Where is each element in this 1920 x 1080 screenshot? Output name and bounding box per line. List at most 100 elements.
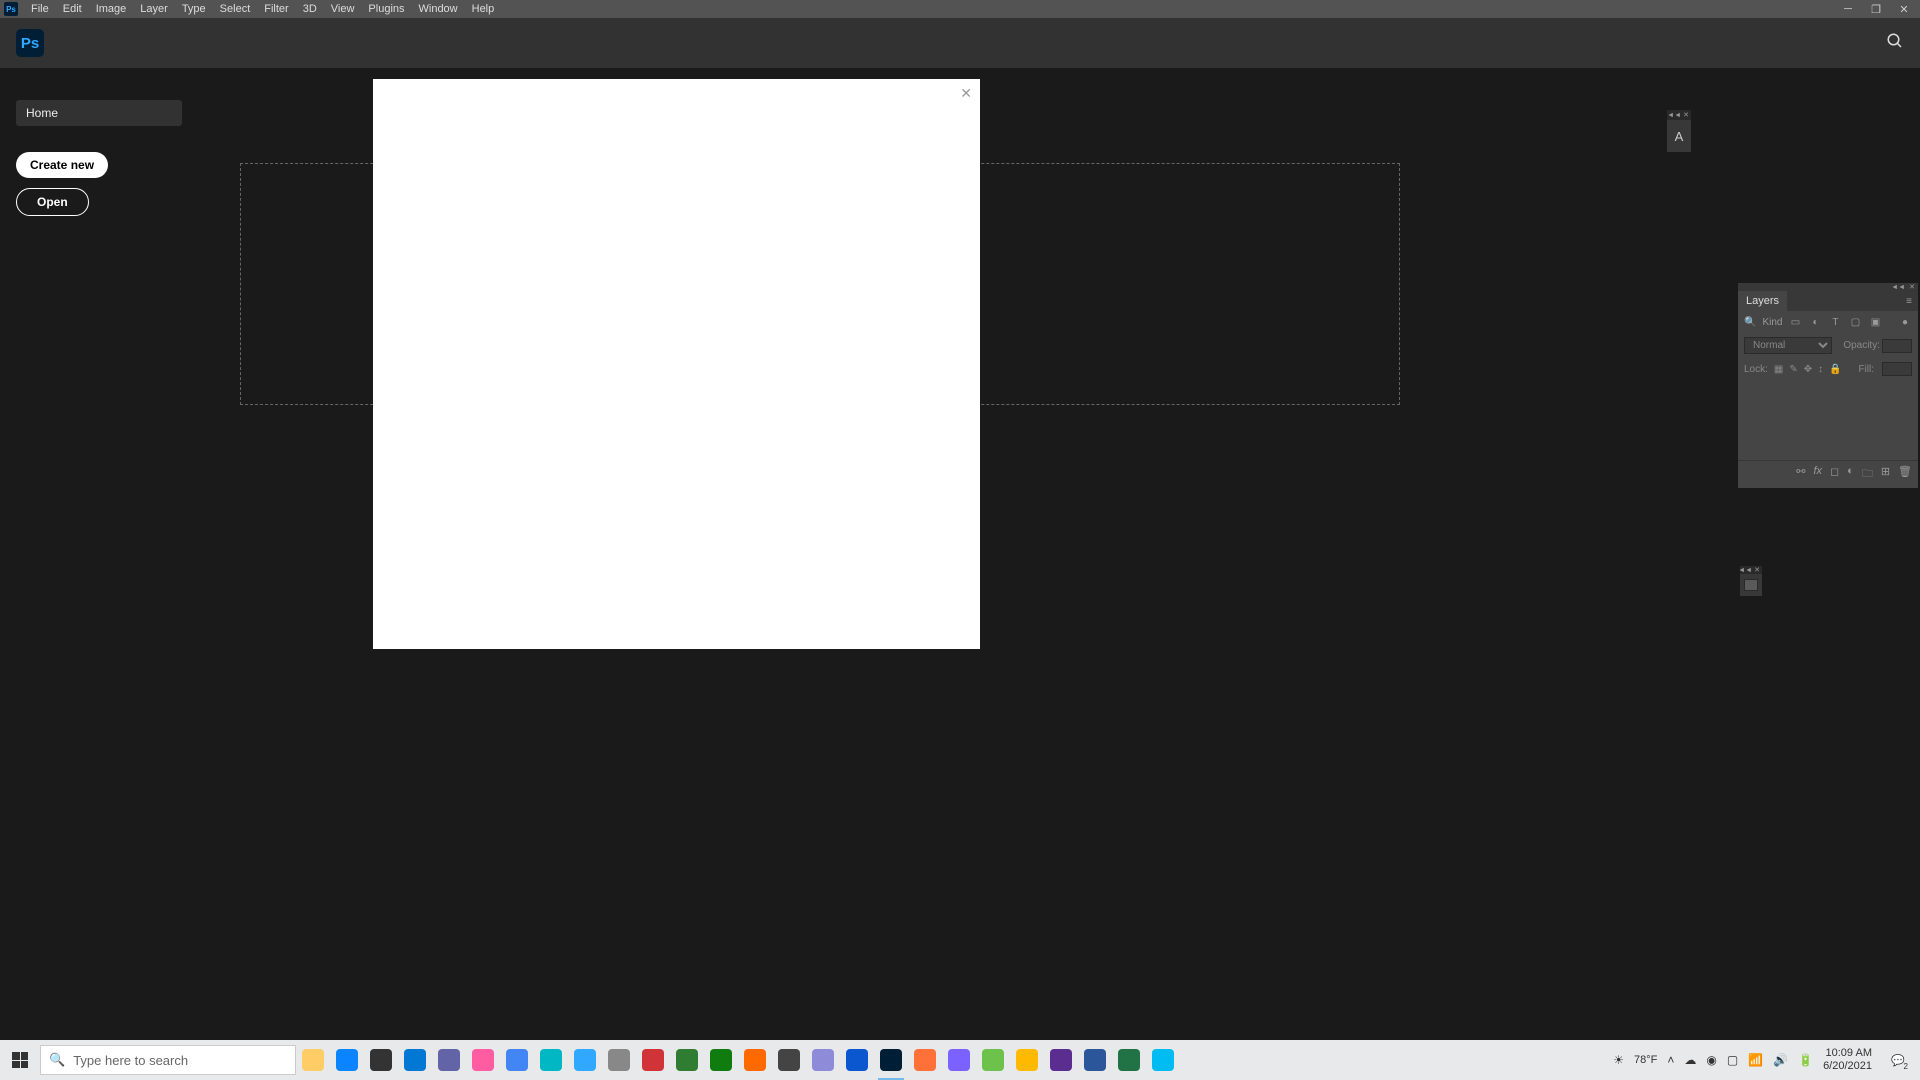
menu-plugins[interactable]: Plugins	[361, 3, 411, 15]
sidebar-tab-home[interactable]: Home	[16, 100, 182, 126]
taskbar-app-18[interactable]	[908, 1040, 942, 1080]
taskbar-app-4[interactable]	[432, 1040, 466, 1080]
battery-icon[interactable]: 🔋	[1798, 1053, 1813, 1067]
taskbar-app-5[interactable]	[466, 1040, 500, 1080]
lock-row: Lock: ▦ ✎ ✥ ↕ 🔒 Fill:	[1738, 358, 1918, 380]
opacity-input[interactable]	[1882, 339, 1912, 353]
speaker-icon[interactable]: 🔊	[1773, 1053, 1788, 1067]
collapse-icon[interactable]: ◄◄	[1891, 284, 1905, 291]
collapsed-panel: ◄◄ ✕	[1740, 566, 1762, 596]
smart-filter-icon[interactable]: ▣	[1868, 315, 1882, 329]
menu-file[interactable]: File	[24, 3, 56, 15]
notification-center-icon[interactable]: 💬2	[1882, 1045, 1914, 1075]
group-icon[interactable]: 🗀	[1862, 465, 1873, 484]
taskbar-app-9[interactable]	[602, 1040, 636, 1080]
new-layer-icon[interactable]: ⊞	[1881, 465, 1890, 484]
type-filter-icon[interactable]: T	[1828, 315, 1842, 329]
taskbar-app-14[interactable]	[772, 1040, 806, 1080]
menu-window[interactable]: Window	[412, 3, 465, 15]
search-icon[interactable]	[1886, 32, 1904, 55]
layer-mask-icon[interactable]: ◻	[1830, 465, 1839, 484]
layer-style-icon[interactable]: fx	[1813, 465, 1822, 484]
lock-transparency-icon[interactable]: ▦	[1774, 364, 1783, 375]
layers-list[interactable]	[1738, 380, 1918, 460]
ps-logo[interactable]: Ps	[16, 29, 44, 57]
weather-icon[interactable]: ☀	[1613, 1053, 1624, 1067]
panel-close-icon[interactable]: ✕	[1909, 283, 1915, 291]
taskbar-app-0[interactable]	[296, 1040, 330, 1080]
lock-all-icon[interactable]: 🔒	[1829, 364, 1841, 375]
taskbar-app-2[interactable]	[364, 1040, 398, 1080]
panel-close-icon[interactable]: ✕	[1683, 111, 1689, 119]
taskbar-app-16[interactable]	[840, 1040, 874, 1080]
menu-edit[interactable]: Edit	[56, 3, 89, 15]
taskbar-app-3[interactable]	[398, 1040, 432, 1080]
onedrive-icon[interactable]: ☁	[1684, 1053, 1696, 1067]
layers-panel: ◄◄ ✕ Layers ≡ 🔍 Kind ▭ ◐ T ▢ ▣ ● Normal …	[1738, 283, 1918, 488]
taskbar-app-25[interactable]	[1146, 1040, 1180, 1080]
taskbar-app-6[interactable]	[500, 1040, 534, 1080]
taskbar-app-10[interactable]	[636, 1040, 670, 1080]
pixel-filter-icon[interactable]: ▭	[1788, 315, 1802, 329]
filter-toggle-icon[interactable]: ●	[1898, 315, 1912, 329]
taskbar-app-22[interactable]	[1044, 1040, 1078, 1080]
taskbar-app-1[interactable]	[330, 1040, 364, 1080]
taskbar-app-11[interactable]	[670, 1040, 704, 1080]
menu-help[interactable]: Help	[465, 3, 502, 15]
date: 6/20/2021	[1823, 1060, 1872, 1073]
start-button[interactable]	[0, 1040, 40, 1080]
blend-mode-select[interactable]: Normal	[1744, 337, 1832, 354]
menu-image[interactable]: Image	[89, 3, 134, 15]
taskbar: 🔍 Type here to search ☀ 78°F ˄ ☁ ◉ ▢ 📶 🔊…	[0, 1040, 1920, 1080]
open-button[interactable]: Open	[16, 188, 89, 216]
lock-nesting-icon[interactable]: ↕	[1818, 364, 1823, 375]
menu-type[interactable]: Type	[175, 3, 213, 15]
taskbar-app-8[interactable]	[568, 1040, 602, 1080]
taskbar-app-21[interactable]	[1010, 1040, 1044, 1080]
taskbar-app-24[interactable]	[1112, 1040, 1146, 1080]
taskbar-app-13[interactable]	[738, 1040, 772, 1080]
close-icon[interactable]: ✕	[1892, 2, 1916, 16]
adjustment-layer-icon[interactable]: ◐	[1847, 465, 1854, 484]
weather-temp[interactable]: 78°F	[1634, 1054, 1657, 1066]
search-icon[interactable]: 🔍	[1744, 317, 1756, 328]
character-panel-header: ◄◄ ✕	[1667, 110, 1691, 120]
taskbar-app-15[interactable]	[806, 1040, 840, 1080]
shape-filter-icon[interactable]: ▢	[1848, 315, 1862, 329]
taskbar-app-12[interactable]	[704, 1040, 738, 1080]
fill-input[interactable]	[1882, 362, 1912, 376]
maximize-icon[interactable]: ❐	[1864, 2, 1888, 16]
taskbar-app-7[interactable]	[534, 1040, 568, 1080]
taskbar-app-19[interactable]	[942, 1040, 976, 1080]
minimize-icon[interactable]: ─	[1836, 2, 1860, 16]
meet-now-icon[interactable]: ▢	[1727, 1053, 1738, 1067]
panel-close-icon[interactable]: ✕	[1754, 566, 1760, 574]
adjustment-filter-icon[interactable]: ◐	[1808, 315, 1822, 329]
main-workspace: Home Create new Open ✕ ◄◄ ✕ A ◄◄ ✕ Layer…	[0, 68, 1920, 1040]
clock[interactable]: 10:09 AM 6/20/2021	[1823, 1047, 1872, 1073]
menu-select[interactable]: Select	[213, 3, 258, 15]
menu-layer[interactable]: Layer	[133, 3, 175, 15]
panel-menu-icon[interactable]: ≡	[1906, 296, 1918, 307]
dialog-close-icon[interactable]: ✕	[960, 85, 972, 102]
collapse-icon[interactable]: ◄◄	[1738, 567, 1752, 574]
tray-chevron-icon[interactable]: ˄	[1667, 1053, 1674, 1067]
collapse-icon[interactable]: ◄◄	[1667, 112, 1681, 119]
taskbar-app-17[interactable]	[874, 1040, 908, 1080]
menu-3d[interactable]: 3D	[296, 3, 324, 15]
lock-pixels-icon[interactable]: ✎	[1789, 364, 1797, 375]
layers-tab[interactable]: Layers	[1738, 291, 1787, 311]
create-new-button[interactable]: Create new	[16, 152, 108, 178]
network-icon[interactable]: 📶	[1748, 1053, 1763, 1067]
link-layers-icon[interactable]: ⚯	[1796, 465, 1805, 484]
menu-view[interactable]: View	[324, 3, 362, 15]
delete-layer-icon[interactable]: 🗑	[1898, 465, 1912, 484]
taskbar-app-23[interactable]	[1078, 1040, 1112, 1080]
menu-filter[interactable]: Filter	[257, 3, 295, 15]
taskbar-app-20[interactable]	[976, 1040, 1010, 1080]
character-panel[interactable]: A	[1667, 120, 1691, 152]
lock-position-icon[interactable]: ✥	[1804, 364, 1812, 375]
collapsed-panel-icon[interactable]	[1740, 574, 1762, 596]
tray-app-icon[interactable]: ◉	[1706, 1053, 1716, 1067]
taskbar-search[interactable]: 🔍 Type here to search	[40, 1045, 296, 1075]
